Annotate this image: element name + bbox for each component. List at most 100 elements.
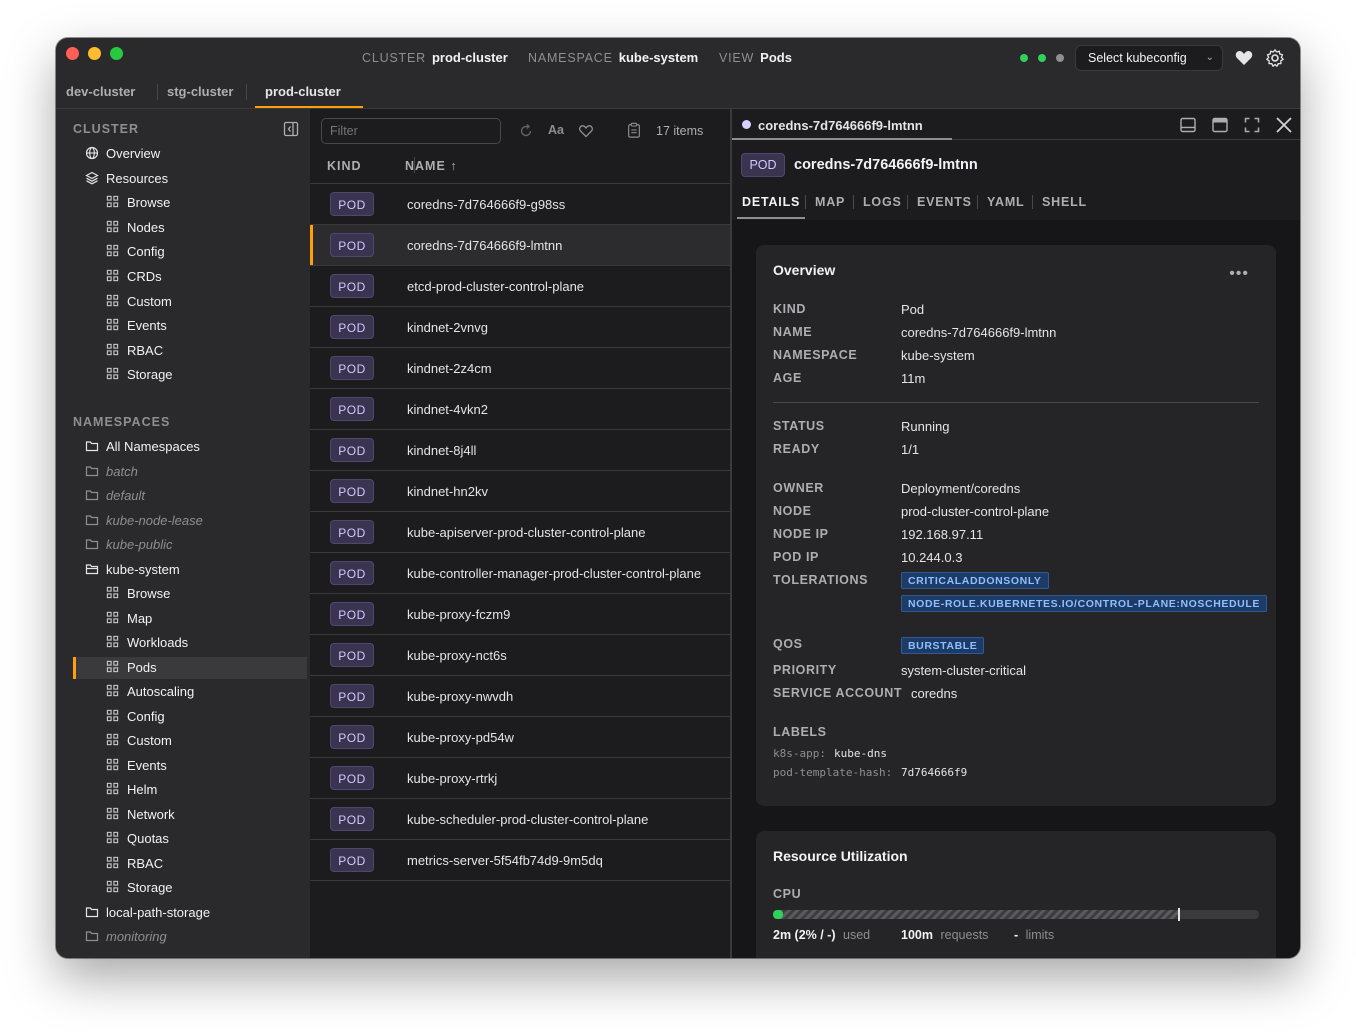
table-row[interactable]: POD kube-proxy-rtrkj xyxy=(310,758,730,799)
close-window-button[interactable] xyxy=(66,47,79,60)
column-header-kind[interactable]: KIND xyxy=(327,159,362,173)
table-row[interactable]: POD kindnet-8j4ll xyxy=(310,430,730,471)
sidebar-item-all-namespaces[interactable]: All Namespaces xyxy=(73,436,307,458)
context-namespace-value: kube-system xyxy=(618,50,699,65)
sidebar-item-events[interactable]: Events xyxy=(73,315,307,337)
sidebar-item-label: Storage xyxy=(127,367,173,383)
column-header-name[interactable]: NAME ↑ xyxy=(405,159,458,173)
sidebar-item-browse[interactable]: Browse xyxy=(73,192,307,214)
node-value[interactable]: prod-cluster-control-plane xyxy=(901,504,1049,519)
sidebar-item-pods[interactable]: Pods xyxy=(73,656,307,679)
subtab-events[interactable]: EVENTS xyxy=(917,195,972,209)
sidebar-item-nodes[interactable]: Nodes xyxy=(73,217,307,239)
table-row[interactable]: POD kube-scheduler-prod-cluster-control-p… xyxy=(310,799,730,840)
kind-badge: POD xyxy=(741,153,785,177)
tab-dev-cluster[interactable]: dev-cluster xyxy=(66,84,135,99)
sidebar-item-storage[interactable]: Storage xyxy=(73,364,307,386)
sidebar-item-kube-public[interactable]: kube-public xyxy=(73,534,307,556)
dock-bottom-icon[interactable] xyxy=(1179,116,1197,134)
sidebar-item-batch[interactable]: batch xyxy=(73,461,307,483)
context-view-value: Pods xyxy=(760,50,792,65)
sidebar-item-network[interactable]: Network xyxy=(73,804,307,826)
subtab-separator xyxy=(1032,195,1033,209)
table-row[interactable]: POD kube-proxy-pd54w xyxy=(310,717,730,758)
table-row[interactable]: POD kindnet-2z4cm xyxy=(310,348,730,389)
sidebar-item-kube-node-lease[interactable]: kube-node-lease xyxy=(73,510,307,532)
sidebar-item-browse[interactable]: Browse xyxy=(73,583,307,605)
subtab-map[interactable]: MAP xyxy=(815,195,845,209)
minimize-window-button[interactable] xyxy=(88,47,101,60)
sidebar-item-helm[interactable]: Helm xyxy=(73,779,307,801)
toleration-tag: CRITICALADDONSONLY xyxy=(901,572,1049,589)
sidebar-item-overview[interactable]: Overview xyxy=(73,143,307,165)
gear-icon[interactable] xyxy=(1265,48,1285,68)
cpu-label: CPU xyxy=(773,887,802,901)
sidebar-item-map[interactable]: Map xyxy=(73,608,307,630)
sidebar-item-label: Config xyxy=(127,708,165,724)
tab-stg-cluster[interactable]: stg-cluster xyxy=(167,84,233,99)
table-row[interactable]: POD kindnet-4vkn2 xyxy=(310,389,730,430)
grid-icon xyxy=(106,660,120,674)
subtab-logs[interactable]: LOGS xyxy=(863,195,902,209)
table-row[interactable]: POD coredns-7d764666f9-g98ss xyxy=(310,184,730,225)
favorite-icon[interactable] xyxy=(578,123,594,139)
sidebar-item-workloads[interactable]: Workloads xyxy=(73,632,307,654)
dock-top-icon[interactable] xyxy=(1211,116,1229,134)
sidebar-item-config[interactable]: Config xyxy=(73,241,307,263)
more-options-icon[interactable]: ••• xyxy=(1229,265,1249,283)
sidebar-item-default[interactable]: default xyxy=(73,485,307,507)
fullscreen-icon[interactable] xyxy=(1243,116,1261,134)
tab-separator xyxy=(246,84,247,100)
subtab-shell[interactable]: SHELL xyxy=(1042,195,1087,209)
table-row[interactable]: POD kube-apiserver-prod-cluster-control-p… xyxy=(310,512,730,553)
detail-tab-title[interactable]: coredns-7d764666f9-lmtnn xyxy=(758,118,923,133)
sidebar-item-local-path-storage[interactable]: local-path-storage xyxy=(73,902,307,924)
sidebar-item-crds[interactable]: CRDs xyxy=(73,266,307,288)
sidebar-item-rbac[interactable]: RBAC xyxy=(73,853,307,875)
subtab-yaml[interactable]: YAML xyxy=(987,195,1024,209)
kind-badge: POD xyxy=(330,602,374,626)
sidebar-item-storage[interactable]: Storage xyxy=(73,877,307,899)
age-value: 11m xyxy=(901,371,926,386)
detail-tab-bar: coredns-7d764666f9-lmtnn xyxy=(732,109,1300,140)
table-row[interactable]: POD kube-proxy-nct6s xyxy=(310,635,730,676)
table-row[interactable]: POD etcd-prod-cluster-control-plane xyxy=(310,266,730,307)
table-row[interactable]: POD metrics-server-5f54fb74d9-9m5dq xyxy=(310,840,730,881)
kubeconfig-select-label: Select kubeconfig xyxy=(1088,51,1187,65)
sidebar-item-config[interactable]: Config xyxy=(73,706,307,728)
sidebar-item-kube-system[interactable]: kube-system xyxy=(73,559,307,581)
service-account-value[interactable]: coredns xyxy=(911,686,957,701)
table-row[interactable]: POD coredns-7d764666f9-lmtnn xyxy=(310,225,730,266)
table-row[interactable]: POD kindnet-2vnvg xyxy=(310,307,730,348)
match-case-icon[interactable]: Aa xyxy=(548,123,564,139)
collapse-sidebar-icon[interactable] xyxy=(283,121,299,137)
clipboard-icon[interactable] xyxy=(626,122,642,138)
table-row[interactable]: POD kube-proxy-fczm9 xyxy=(310,594,730,635)
sidebar-item-events[interactable]: Events xyxy=(73,755,307,777)
namespaces-section-header: NAMESPACES xyxy=(73,415,171,429)
table-row[interactable]: POD kube-controller-manager-prod-cluster-… xyxy=(310,553,730,594)
table-row[interactable]: POD kindnet-hn2kv xyxy=(310,471,730,512)
resource-utilization-card: Resource Utilization CPU 2m (2% / -) use… xyxy=(756,831,1276,958)
subtab-details[interactable]: DETAILS xyxy=(742,195,800,209)
owner-value[interactable]: Deployment/coredns xyxy=(901,481,1020,496)
tab-prod-cluster[interactable]: prod-cluster xyxy=(265,84,341,99)
table-row[interactable]: POD kube-proxy-nwvdh xyxy=(310,676,730,717)
sidebar-item-monitoring[interactable]: monitoring xyxy=(73,926,307,948)
sidebar-item-rbac[interactable]: RBAC xyxy=(73,340,307,362)
heart-icon[interactable] xyxy=(1234,48,1254,68)
sidebar-item-custom[interactable]: Custom xyxy=(73,291,307,313)
sidebar-item-autoscaling[interactable]: Autoscaling xyxy=(73,681,307,703)
sidebar-item-custom[interactable]: Custom xyxy=(73,730,307,752)
sidebar-item-resources[interactable]: Resources xyxy=(73,168,307,190)
close-icon[interactable] xyxy=(1275,116,1293,134)
kubeconfig-select[interactable]: Select kubeconfig ⌄ xyxy=(1075,45,1223,71)
grid-icon xyxy=(106,294,120,308)
kind-badge: POD xyxy=(330,561,374,585)
refresh-icon[interactable] xyxy=(518,123,534,139)
name-label: NAME xyxy=(773,325,813,339)
zoom-window-button[interactable] xyxy=(110,47,123,60)
node-label: NODE xyxy=(773,504,812,518)
sidebar-item-quotas[interactable]: Quotas xyxy=(73,828,307,850)
filter-input[interactable] xyxy=(321,118,501,144)
